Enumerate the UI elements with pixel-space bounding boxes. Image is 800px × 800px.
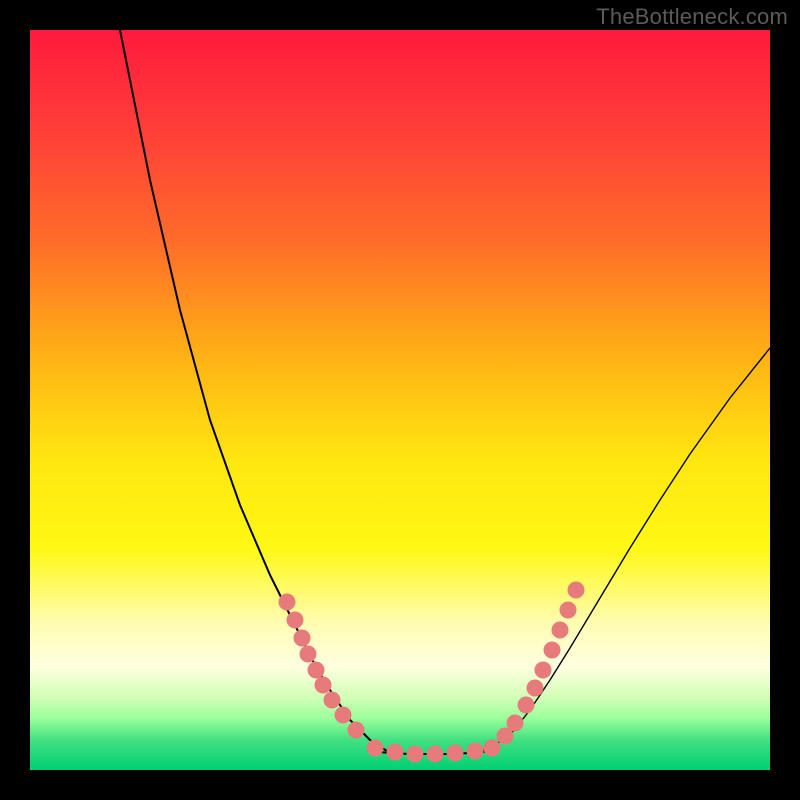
- dot-bottom-dots: [367, 740, 384, 757]
- dot-left-dots: [315, 677, 332, 694]
- dot-right-dots: [535, 662, 552, 679]
- stage: TheBottleneck.com: [0, 0, 800, 800]
- dot-left-dots: [324, 692, 341, 709]
- dot-left-dots: [287, 612, 304, 629]
- dot-bottom-dots: [387, 744, 404, 761]
- dot-left-dots: [335, 707, 352, 724]
- dot-left-dots: [308, 662, 325, 679]
- dot-left-dots: [348, 722, 365, 739]
- dot-left-dots: [294, 630, 311, 647]
- dot-bottom-dots: [407, 746, 424, 763]
- dot-bottom-dots: [447, 745, 464, 762]
- dot-right-dots: [507, 715, 524, 732]
- dot-right-dots: [518, 697, 535, 714]
- dot-left-dots: [300, 646, 317, 663]
- dot-left-dots: [279, 594, 296, 611]
- dot-bottom-dots: [427, 746, 444, 763]
- curve-right-branch: [470, 348, 770, 753]
- chart-svg: [30, 30, 770, 770]
- dot-right-dots: [552, 622, 569, 639]
- dot-layer: [279, 582, 585, 763]
- dot-right-dots: [568, 582, 585, 599]
- watermark-text: TheBottleneck.com: [596, 4, 788, 30]
- dot-right-dots: [560, 602, 577, 619]
- dot-right-dots: [544, 642, 561, 659]
- dot-bottom-dots: [467, 743, 484, 760]
- plot-area: [30, 30, 770, 770]
- dot-right-dots: [527, 680, 544, 697]
- dot-bottom-dots: [484, 740, 501, 757]
- curve-left-branch: [120, 30, 390, 753]
- curve-layer: [120, 30, 770, 754]
